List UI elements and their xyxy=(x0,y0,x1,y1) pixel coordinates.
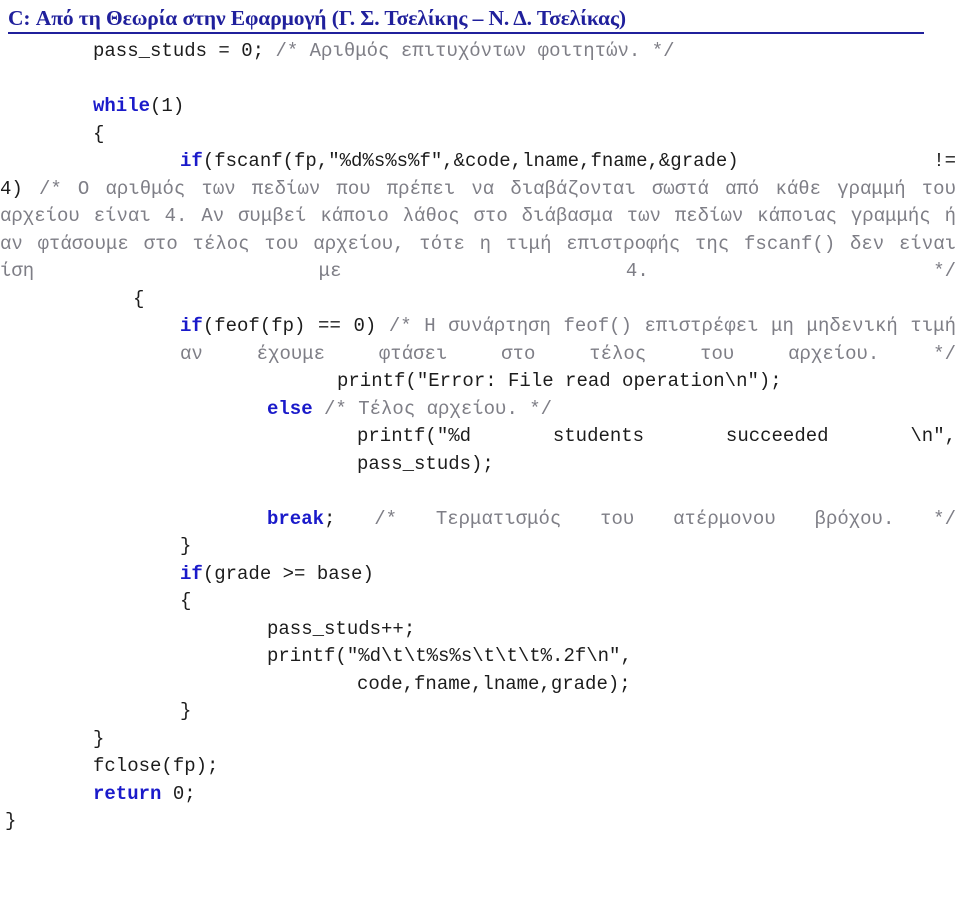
code-line: if(grade >= base) xyxy=(0,561,960,589)
code-text: printf("Error: File read operation\n"); xyxy=(337,370,782,392)
code-keyword: break xyxy=(267,507,325,530)
code-line: if(feof(fp) == 0) /* Η συνάρτηση feof() … xyxy=(0,313,956,368)
code-text: fclose(fp); xyxy=(93,755,219,777)
code-line: while(1) xyxy=(0,93,960,121)
code-text: code,fname,lname,grade); xyxy=(357,672,631,695)
code-text: { xyxy=(133,287,145,310)
code-text: } xyxy=(93,727,105,750)
code-line: { xyxy=(0,286,960,314)
document-page: C: Από τη Θεωρία στην Εφαρμογή (Γ. Σ. Τσ… xyxy=(0,0,960,902)
code-line: else /* Τέλος αρχείου. */ xyxy=(0,396,960,424)
code-line: if(fscanf(fp,"%d%s%s%f",&code,lname,fnam… xyxy=(0,148,956,176)
code-line: fclose(fp); xyxy=(0,753,960,781)
code-keyword: if xyxy=(180,562,203,585)
code-text: 0; xyxy=(161,782,196,805)
code-text: { xyxy=(93,122,105,145)
code-keyword: if xyxy=(180,150,203,172)
code-line: { xyxy=(0,588,960,616)
code-line: } xyxy=(0,698,960,726)
code-line: pass_studs++; xyxy=(0,616,960,644)
code-text: (grade >= base) xyxy=(202,562,374,585)
code-line: break; /* Τερματισμός του ατέρμονου βρόχ… xyxy=(0,506,956,534)
code-text: (feof(fp) == 0) xyxy=(202,315,389,337)
code-line: printf("%d students succeeded \n", xyxy=(0,423,956,451)
code-text: (fscanf(fp,"%d%s%s%f",&code,lname,fname,… xyxy=(202,150,956,172)
page-title: C: Από τη Θεωρία στην Εφαρμογή (Γ. Σ. Τσ… xyxy=(8,6,924,34)
code-line: printf("Error: File read operation\n"); xyxy=(0,368,960,396)
code-line: } xyxy=(0,533,960,561)
code-text: pass_studs); xyxy=(357,452,494,475)
code-keyword: while xyxy=(93,95,151,117)
code-text: { xyxy=(180,590,192,612)
code-block: pass_studs = 0; /* Αριθμός επιτυχόντων φ… xyxy=(0,38,960,836)
code-comment: /* Αριθμός επιτυχόντων φοιτητών. */ xyxy=(275,40,675,62)
code-line: pass_studs = 0; /* Αριθμός επιτυχόντων φ… xyxy=(0,38,960,66)
code-text: printf("%d students succeeded \n", xyxy=(357,425,956,447)
code-line: { xyxy=(0,121,960,149)
code-text: (1) xyxy=(150,95,185,117)
code-text: } xyxy=(180,700,192,722)
code-line: 4) /* Ο αριθμός των πεδίων που πρέπει να… xyxy=(0,176,956,286)
code-line: } xyxy=(0,726,960,754)
code-text: } xyxy=(5,810,17,832)
code-keyword: return xyxy=(93,782,162,805)
code-text: } xyxy=(180,535,192,557)
code-text: ; xyxy=(324,507,375,530)
code-line: pass_studs); xyxy=(0,451,960,479)
code-comment: /* Ο αριθμός των πεδίων που πρέπει να δι… xyxy=(0,177,956,283)
code-text: pass_studs++; xyxy=(267,617,416,640)
code-text: pass_studs = 0; xyxy=(93,40,276,62)
code-line: return 0; xyxy=(0,781,960,809)
code-keyword: else xyxy=(267,397,313,420)
code-text: printf("%d\t\t%s%s\t\t\t%.2f\n", xyxy=(267,645,632,667)
code-line: printf("%d\t\t%s%s\t\t\t%.2f\n", xyxy=(0,643,960,671)
code-text: 4) xyxy=(0,177,39,200)
code-comment: /* Τερματισμός του ατέρμονου βρόχου. */ xyxy=(374,507,956,530)
code-keyword: if xyxy=(180,315,203,337)
code-line: } xyxy=(0,808,960,836)
code-comment: /* Τέλος αρχείου. */ xyxy=(324,397,553,420)
code-line: code,fname,lname,grade); xyxy=(0,671,960,699)
